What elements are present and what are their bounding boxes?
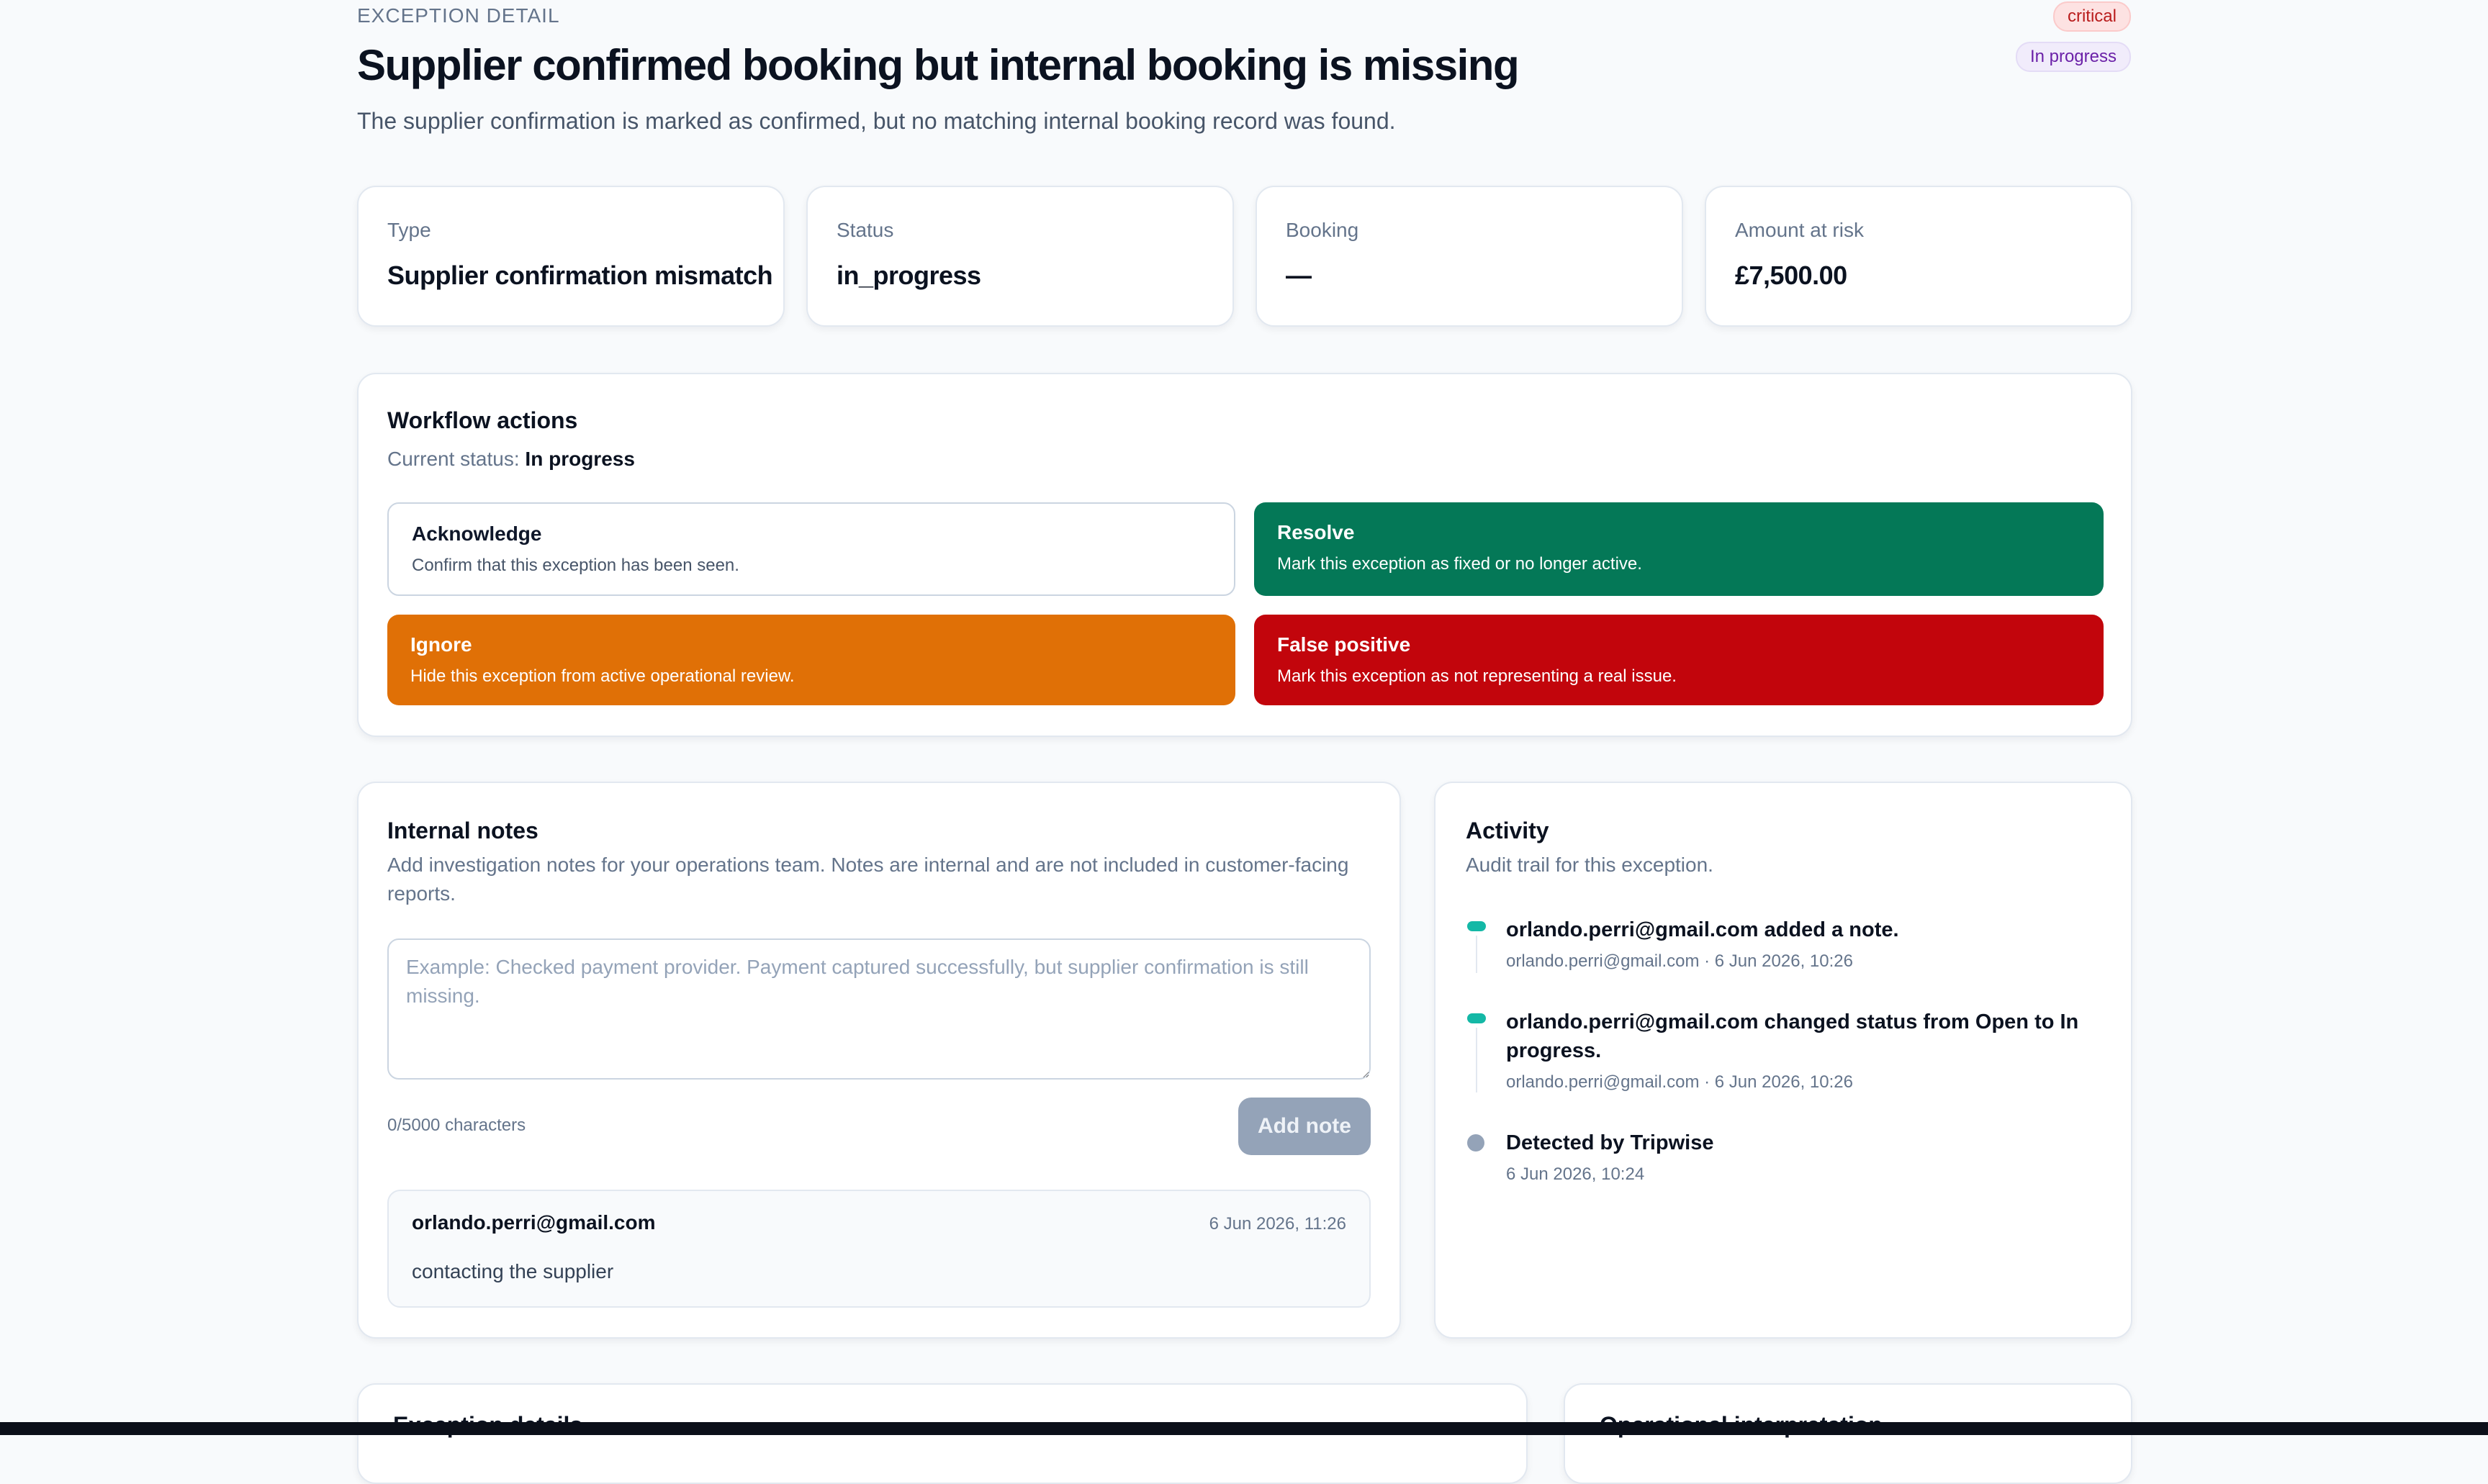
action-title: Acknowledge (412, 522, 542, 545)
kpi-type-card: Type Supplier confirmation mismatch (357, 186, 785, 327)
timeline-connector (1476, 1028, 1477, 1092)
timeline-marker (1467, 1013, 1486, 1023)
activity-item-title: orlando.perri@gmail.com changed status f… (1506, 1010, 2079, 1062)
kpi-value: in_progress (837, 261, 981, 290)
char-count: 0/5000 characters (387, 1116, 526, 1135)
action-description: Confirm that this exception has been see… (412, 556, 739, 575)
ignore-button[interactable]: Ignore Hide this exception from active o… (387, 615, 1235, 705)
note-text: contacting the supplier (412, 1260, 614, 1282)
exception-detail-page: EXCEPTION DETAIL critical In progress Su… (0, 0, 2488, 1484)
add-note-button[interactable]: Add note (1238, 1098, 1371, 1155)
current-status-label: Current status: (387, 448, 520, 470)
workflow-actions-card: Workflow actions Current status: In prog… (357, 373, 2132, 737)
false-positive-button[interactable]: False positive Mark this exception as no… (1254, 615, 2104, 705)
action-title: Ignore (410, 633, 472, 656)
activity-item-title: orlando.perri@gmail.com added a note. (1506, 918, 1899, 941)
activity-item-meta: orlando.perri@gmail.com · 6 Jun 2026, 10… (1506, 1072, 1853, 1092)
kpi-label: Type (387, 219, 431, 241)
action-description: Mark this exception as fixed or no longe… (1277, 554, 1642, 574)
action-description: Mark this exception as not representing … (1277, 666, 1677, 686)
kpi-value: £7,500.00 (1735, 261, 1847, 290)
severity-badge: critical (2052, 1, 2131, 32)
status-badge: In progress (2015, 42, 2131, 72)
current-status-value: In progress (525, 448, 635, 470)
window-bottom-edge (0, 1422, 2488, 1435)
kpi-label: Booking (1286, 219, 1359, 241)
activity-item-meta: orlando.perri@gmail.com · 6 Jun 2026, 10… (1506, 951, 1853, 971)
kpi-label: Amount at risk (1735, 219, 1864, 241)
note-item: orlando.perri@gmail.com 6 Jun 2026, 11:2… (387, 1190, 1371, 1308)
activity-card: Activity Audit trail for this exception.… (1434, 782, 2132, 1339)
kpi-label: Status (837, 219, 894, 241)
action-title: False positive (1277, 633, 1411, 656)
workflow-title: Workflow actions (387, 407, 578, 433)
note-textarea[interactable] (387, 938, 1371, 1080)
timeline-connector (1476, 936, 1477, 973)
kpi-status-card: Status in_progress (806, 186, 1234, 327)
page-title: Supplier confirmed booking but internal … (357, 41, 1520, 89)
current-status: Current status: In progress (387, 445, 635, 474)
action-title: Resolve (1277, 521, 1355, 543)
activity-subtitle: Audit trail for this exception. (1466, 854, 1713, 876)
notes-title: Internal notes (387, 818, 538, 843)
notes-description: Add investigation notes for your operati… (387, 854, 1349, 905)
acknowledge-button[interactable]: Acknowledge Confirm that this exception … (387, 502, 1235, 596)
resolve-button[interactable]: Resolve Mark this exception as fixed or … (1254, 502, 2104, 596)
action-description: Hide this exception from active operatio… (410, 666, 795, 686)
page-subtitle: The supplier confirmation is marked as c… (357, 108, 1396, 134)
page-eyebrow: EXCEPTION DETAIL (357, 4, 560, 27)
activity-item-meta: 6 Jun 2026, 10:24 (1506, 1164, 1645, 1184)
activity-title: Activity (1466, 818, 1549, 843)
kpi-amount-card: Amount at risk £7,500.00 (1705, 186, 2132, 327)
timeline-marker (1467, 1134, 1484, 1152)
kpi-booking-card: Booking — (1256, 186, 1683, 327)
kpi-value: — (1286, 261, 1312, 290)
timeline-marker (1467, 921, 1486, 931)
activity-item-title: Detected by Tripwise (1506, 1131, 1714, 1154)
note-author: orlando.perri@gmail.com (412, 1211, 656, 1234)
kpi-value: Supplier confirmation mismatch (387, 261, 773, 290)
note-timestamp: 6 Jun 2026, 11:26 (1209, 1214, 1346, 1234)
